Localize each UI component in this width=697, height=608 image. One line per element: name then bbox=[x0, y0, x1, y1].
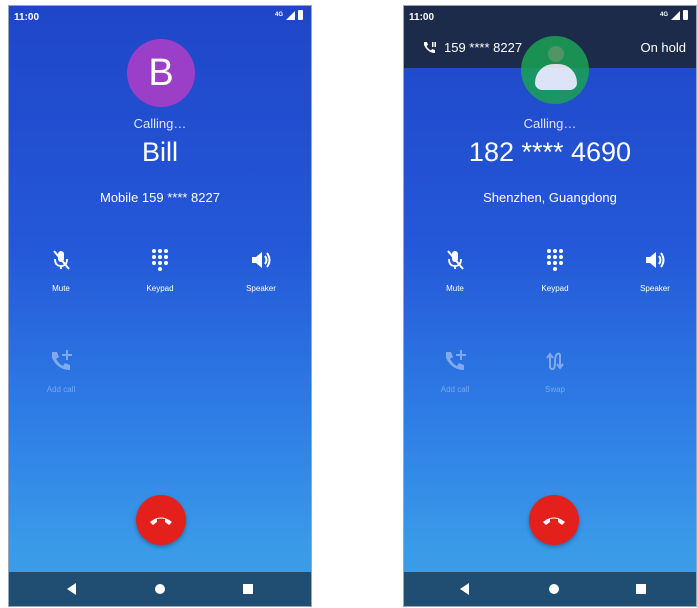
status-icons: 4G bbox=[275, 10, 303, 20]
call-screen-left: 11:00 4G B Calling… Bill Mobile 159 ****… bbox=[8, 5, 312, 607]
mute-icon bbox=[447, 250, 464, 270]
caller-name: Bill bbox=[141, 137, 178, 167]
add-call-icon bbox=[446, 350, 466, 370]
status-time: 11:00 bbox=[409, 12, 435, 23]
recents-icon[interactable] bbox=[243, 584, 253, 594]
speaker-label: Speaker bbox=[640, 284, 670, 293]
speaker-button[interactable]: Speaker bbox=[620, 245, 690, 293]
status-bar: 11:00 4G bbox=[404, 6, 696, 28]
add-call-icon bbox=[52, 350, 72, 370]
battery-icon bbox=[298, 10, 303, 20]
hang-up-icon bbox=[150, 517, 172, 525]
keypad-icon bbox=[152, 249, 168, 271]
caller-location: Shenzhen, Guangdong bbox=[483, 190, 617, 205]
caller-avatar bbox=[521, 36, 589, 104]
add-call-button[interactable]: Add call bbox=[420, 346, 490, 394]
keypad-button[interactable]: Keypad bbox=[125, 245, 195, 293]
speaker-button[interactable]: Speaker bbox=[226, 245, 296, 293]
home-icon[interactable] bbox=[155, 584, 165, 594]
held-call-number: 159 **** 8227 bbox=[444, 40, 523, 55]
add-call-button[interactable]: Add call bbox=[26, 346, 96, 394]
mute-button[interactable]: Mute bbox=[26, 245, 96, 293]
call-status-label: Calling… bbox=[523, 116, 577, 131]
add-call-label: Add call bbox=[440, 385, 470, 394]
network-type-icon: 4G bbox=[274, 12, 283, 18]
recents-icon[interactable] bbox=[636, 584, 646, 594]
caller-number: Mobile 159 **** 8227 bbox=[100, 190, 220, 205]
end-call-button[interactable] bbox=[136, 495, 186, 545]
phone-paused-icon bbox=[424, 42, 436, 53]
avatar-body bbox=[535, 64, 577, 90]
signal-icon bbox=[286, 10, 295, 20]
keypad-button[interactable]: Keypad bbox=[520, 245, 590, 293]
caller-avatar: B bbox=[127, 39, 195, 107]
speaker-label: Speaker bbox=[246, 284, 276, 293]
swap-button[interactable]: Swap bbox=[520, 346, 590, 394]
battery-icon bbox=[683, 10, 688, 20]
swap-icon bbox=[546, 352, 564, 371]
speaker-icon bbox=[252, 252, 271, 268]
mute-button[interactable]: Mute bbox=[420, 245, 490, 293]
status-icons: 4G bbox=[660, 10, 688, 20]
speaker-icon bbox=[646, 252, 665, 268]
call-status-label: Calling… bbox=[133, 116, 187, 131]
keypad-label: Keypad bbox=[146, 284, 174, 293]
mute-icon bbox=[53, 250, 70, 270]
back-icon[interactable] bbox=[67, 583, 76, 595]
back-icon[interactable] bbox=[460, 583, 469, 595]
end-call-button[interactable] bbox=[529, 495, 579, 545]
network-type-icon: 4G bbox=[659, 12, 668, 18]
navigation-bar bbox=[404, 572, 696, 606]
signal-icon bbox=[671, 10, 680, 20]
mute-label: Mute bbox=[446, 284, 464, 293]
home-icon[interactable] bbox=[549, 584, 559, 594]
call-screen-right: 11:00 4G 159 **** 8227 On hold Calling… … bbox=[403, 5, 697, 607]
on-hold-label: On hold bbox=[640, 40, 686, 55]
status-bar: 11:00 4G bbox=[9, 6, 311, 28]
add-call-label: Add call bbox=[46, 385, 76, 394]
keypad-label: Keypad bbox=[541, 284, 569, 293]
hang-up-icon bbox=[543, 517, 565, 525]
mute-label: Mute bbox=[52, 284, 70, 293]
caller-number: 182 **** 4690 bbox=[468, 137, 632, 167]
navigation-bar bbox=[9, 572, 311, 606]
swap-label: Swap bbox=[544, 385, 565, 394]
keypad-icon bbox=[547, 249, 563, 271]
avatar-head bbox=[548, 46, 564, 62]
status-time: 11:00 bbox=[14, 12, 40, 23]
